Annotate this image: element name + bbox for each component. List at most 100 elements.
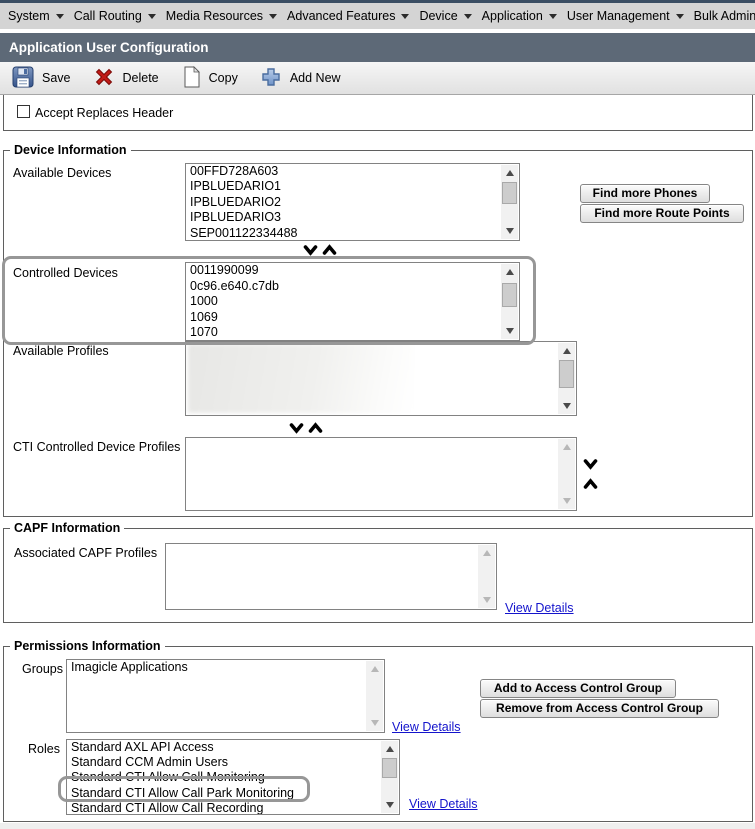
scroll-up-button[interactable]	[558, 343, 575, 359]
scrollbar[interactable]	[501, 264, 518, 339]
menu-device[interactable]: Device	[419, 9, 471, 23]
menu-call-routing[interactable]: Call Routing	[74, 9, 156, 23]
scroll-down-button[interactable]	[558, 493, 575, 509]
cti-controlled-device-profiles-label: CTI Controlled Device Profiles	[13, 440, 180, 454]
chevron-down-icon	[56, 14, 64, 19]
menu-media-resources[interactable]: Media Resources	[166, 9, 277, 23]
application-user-configuration-page: System Call Routing Media Resources Adva…	[0, 0, 755, 829]
capf-view-details-link[interactable]: View Details	[505, 601, 574, 615]
scrollbar-thumb[interactable]	[382, 758, 397, 778]
scroll-down-button[interactable]	[501, 223, 518, 239]
redacted-profiles-content	[188, 344, 414, 413]
scroll-down-button[interactable]	[366, 715, 383, 731]
list-item[interactable]: IPBLUEDARIO3	[186, 210, 519, 225]
move-up-arrow-icon[interactable]	[308, 422, 323, 433]
accept-replaces-header-checkbox[interactable]	[17, 105, 30, 118]
chevron-down-icon	[676, 14, 684, 19]
save-button[interactable]: Save	[12, 66, 71, 91]
chevron-down-icon	[464, 14, 472, 19]
list-item[interactable]: 00FFD728A603	[186, 164, 519, 179]
scrollbar[interactable]	[381, 741, 398, 813]
list-item[interactable]: SEP001122334488	[186, 226, 519, 241]
list-item[interactable]: Standard CTI Allow Call Park Monitoring	[67, 786, 399, 801]
available-devices-label: Available Devices	[13, 166, 111, 180]
scroll-up-button[interactable]	[501, 165, 518, 181]
toolbar: Save Delete Copy Add New	[0, 62, 755, 95]
list-item[interactable]: 0011990099	[186, 263, 519, 279]
list-item[interactable]: Imagicle Applications	[67, 660, 384, 675]
roles-view-details-link[interactable]: View Details	[409, 797, 478, 811]
main-menu-bar: System Call Routing Media Resources Adva…	[0, 3, 755, 29]
available-profiles-listbox[interactable]	[185, 341, 577, 416]
find-more-route-points-button[interactable]: Find more Route Points	[580, 204, 744, 223]
scrollbar[interactable]	[501, 165, 518, 239]
scrollbar[interactable]	[558, 439, 575, 509]
move-down-arrow-icon[interactable]	[303, 245, 318, 256]
remove-from-access-control-group-button[interactable]: Remove from Access Control Group	[480, 699, 719, 718]
move-up-arrow-icon[interactable]	[583, 478, 598, 489]
add-to-access-control-group-button[interactable]: Add to Access Control Group	[480, 679, 676, 698]
scrollbar-thumb[interactable]	[502, 182, 517, 204]
chevron-down-icon	[148, 14, 156, 19]
copy-icon	[181, 66, 201, 91]
delete-button[interactable]: Delete	[93, 66, 159, 91]
associated-capf-profiles-listbox[interactable]	[165, 543, 497, 610]
scrollbar[interactable]	[478, 545, 495, 608]
scroll-up-button[interactable]	[478, 545, 495, 561]
add-new-label: Add New	[290, 71, 341, 85]
chevron-down-icon	[269, 14, 277, 19]
scrollbar[interactable]	[366, 661, 383, 731]
list-item[interactable]: 1070	[186, 325, 519, 341]
roles-listbox[interactable]: Standard AXL API Access Standard CCM Adm…	[66, 739, 400, 815]
accept-replaces-header-label: Accept Replaces Header	[35, 106, 173, 120]
scroll-up-button[interactable]	[381, 741, 398, 757]
delete-label: Delete	[123, 71, 159, 85]
permissions-information-legend: Permissions Information	[10, 639, 165, 653]
list-item[interactable]: 1000	[186, 294, 519, 310]
add-new-button[interactable]: Add New	[260, 66, 341, 91]
find-more-phones-button[interactable]: Find more Phones	[580, 184, 710, 203]
menu-label: Application	[482, 9, 543, 23]
scroll-down-button[interactable]	[558, 398, 575, 414]
menu-bulk-administration[interactable]: Bulk Administration	[694, 9, 755, 23]
cti-controlled-device-profiles-listbox[interactable]	[185, 437, 577, 511]
list-item[interactable]: 0c96.e640.c7db	[186, 279, 519, 295]
menu-application[interactable]: Application	[482, 9, 557, 23]
list-item[interactable]: Standard CTI Allow Call Recording	[67, 801, 399, 815]
copy-label: Copy	[209, 71, 238, 85]
move-up-arrow-icon[interactable]	[322, 244, 337, 255]
device-information-legend: Device Information	[10, 143, 131, 157]
controlled-devices-listbox[interactable]: 0011990099 0c96.e640.c7db 1000 1069 1070	[185, 262, 520, 341]
menu-advanced-features[interactable]: Advanced Features	[287, 9, 409, 23]
associated-capf-profiles-label: Associated CAPF Profiles	[14, 546, 157, 560]
menu-system[interactable]: System	[8, 9, 64, 23]
move-down-arrow-icon[interactable]	[583, 459, 598, 470]
list-item[interactable]: IPBLUEDARIO2	[186, 195, 519, 210]
scrollbar-thumb[interactable]	[559, 360, 574, 388]
scrollbar[interactable]	[558, 343, 575, 414]
menu-user-management[interactable]: User Management	[567, 9, 684, 23]
menu-label: Device	[419, 9, 457, 23]
chevron-down-icon	[549, 14, 557, 19]
scroll-down-button[interactable]	[381, 797, 398, 813]
list-item[interactable]: Standard AXL API Access	[67, 740, 399, 755]
list-item[interactable]: IPBLUEDARIO1	[186, 179, 519, 194]
list-item[interactable]: 1069	[186, 310, 519, 326]
scroll-down-button[interactable]	[478, 592, 495, 608]
available-devices-listbox[interactable]: 00FFD728A603 IPBLUEDARIO1 IPBLUEDARIO2 I…	[185, 163, 520, 241]
groups-listbox[interactable]: Imagicle Applications	[66, 659, 385, 733]
capf-information-legend: CAPF Information	[10, 521, 124, 535]
menu-label: Bulk Administration	[694, 9, 755, 23]
list-item[interactable]: Standard CTI Allow Call Monitoring	[67, 770, 399, 785]
scroll-down-button[interactable]	[501, 323, 518, 339]
list-item[interactable]: Standard CCM Admin Users	[67, 755, 399, 770]
scroll-up-button[interactable]	[366, 661, 383, 677]
scrollbar-thumb[interactable]	[502, 283, 517, 307]
move-down-arrow-icon[interactable]	[289, 423, 304, 434]
copy-button[interactable]: Copy	[181, 66, 238, 91]
controlled-devices-label: Controlled Devices	[13, 266, 118, 280]
groups-view-details-link[interactable]: View Details	[392, 720, 461, 734]
scroll-up-button[interactable]	[558, 439, 575, 455]
scroll-up-button[interactable]	[501, 264, 518, 280]
menu-label: Advanced Features	[287, 9, 395, 23]
